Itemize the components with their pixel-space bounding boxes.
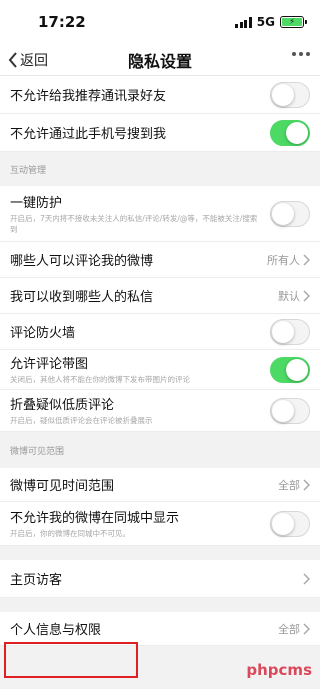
nav-bar: 返回 隐私设置	[0, 44, 320, 76]
chevron-right-icon	[303, 478, 310, 491]
row-description: 开启后，疑似低质评论会在评论被折叠展示	[10, 416, 153, 426]
row-allow-image-comments: 允许评论带图 关闭后，其他人将不能在你的微博下发布带图片的评论	[0, 350, 320, 390]
row-label: 允许评论带图	[10, 357, 89, 373]
row-no-phone-search: 不允许通过此手机号搜到我	[0, 114, 320, 152]
row-who-can-comment[interactable]: 哪些人可以评论我的微博 所有人	[0, 242, 320, 278]
status-bar: 17:22 5G ⚡	[0, 0, 320, 44]
row-label: 主页访客	[10, 573, 63, 588]
more-icon[interactable]	[292, 52, 310, 56]
row-label: 不允许通过此手机号搜到我	[10, 127, 167, 142]
row-homepage-visitors[interactable]: 主页访客	[0, 560, 320, 598]
row-value: 默认	[278, 289, 300, 303]
row-description: 开启后，7天内将不接收未关注人的私信/评论/转发/@等，不能被关注/搜索到	[10, 214, 258, 234]
toggle-hide-in-local[interactable]	[270, 510, 310, 537]
toggle-fold-low-quality[interactable]	[270, 397, 310, 424]
row-value: 全部	[278, 478, 300, 492]
row-label: 一键防护	[10, 196, 63, 211]
back-button[interactable]: 返回	[8, 50, 48, 70]
toggle-no-phone-search[interactable]	[270, 119, 310, 146]
toggle-allow-image-comments[interactable]	[270, 356, 310, 383]
row-label: 不允许我的微博在同城中显示	[10, 511, 180, 527]
row-no-recommend-contacts: 不允许给我推荐通讯录好友	[0, 76, 320, 114]
page-title: 隐私设置	[127, 51, 192, 71]
row-hide-in-local: 不允许我的微博在同城中显示 开启后，你的微博在同城中不可见。	[0, 502, 320, 546]
row-label: 哪些人可以评论我的微博	[10, 254, 154, 269]
battery-icon: ⚡	[280, 16, 307, 28]
chevron-left-icon	[8, 51, 17, 68]
back-label: 返回	[20, 52, 48, 69]
chevron-right-icon	[303, 622, 310, 635]
row-personal-info-permissions[interactable]: 个人信息与权限 全部	[0, 612, 320, 646]
toggle-comment-firewall[interactable]	[270, 318, 310, 345]
row-fold-low-quality: 折叠疑似低质评论 开启后，疑似低质评论会在评论被折叠展示	[0, 390, 320, 432]
row-one-click-protection: 一键防护 开启后，7天内将不接收未关注人的私信/评论/转发/@等，不能被关注/搜…	[0, 186, 320, 242]
row-label: 折叠疑似低质评论	[10, 398, 115, 414]
row-label: 我可以收到哪些人的私信	[10, 290, 154, 305]
toggle-one-click-protection[interactable]	[270, 200, 310, 227]
row-comment-firewall: 评论防火墙	[0, 314, 320, 350]
chevron-right-icon	[303, 289, 310, 302]
row-visible-time-range[interactable]: 微博可见时间范围 全部	[0, 468, 320, 502]
toggle-no-recommend-contacts[interactable]	[270, 81, 310, 108]
row-label: 不允许给我推荐通讯录好友	[10, 89, 167, 104]
row-value: 所有人	[267, 253, 300, 267]
row-description: 开启后，你的微博在同城中不可见。	[10, 529, 130, 539]
chevron-right-icon	[303, 572, 310, 585]
status-time: 17:22	[38, 13, 86, 31]
row-label: 评论防火墙	[10, 326, 76, 341]
signal-icon	[235, 16, 252, 28]
row-label: 微博可见时间范围	[10, 479, 115, 494]
highlight-box	[4, 642, 138, 678]
network-label: 5G	[256, 15, 275, 29]
section-header-visibility: 微博可见范围	[0, 432, 320, 468]
row-who-can-message[interactable]: 我可以收到哪些人的私信 默认	[0, 278, 320, 314]
row-label: 个人信息与权限	[10, 623, 102, 638]
watermark: phpcms	[246, 661, 312, 679]
section-header-interaction: 互动管理	[0, 152, 320, 186]
chevron-right-icon	[303, 253, 310, 266]
row-value: 全部	[278, 622, 300, 636]
row-description: 关闭后，其他人将不能在你的微博下发布带图片的评论	[10, 375, 190, 385]
